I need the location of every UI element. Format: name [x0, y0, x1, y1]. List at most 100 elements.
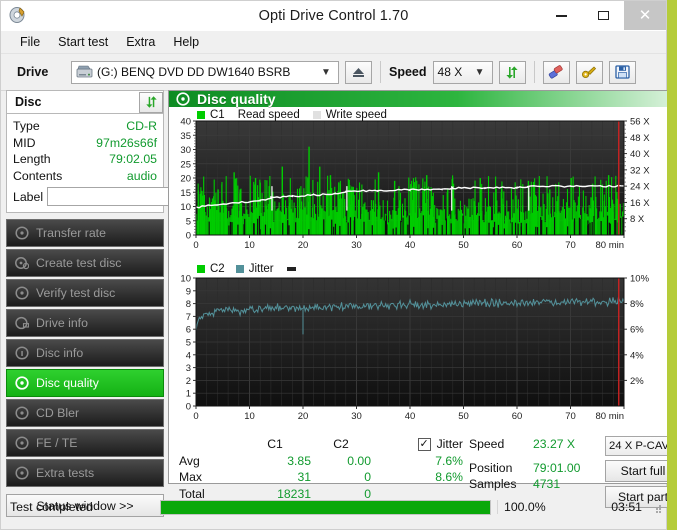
disc-icon [15, 466, 29, 480]
sidebar-item-label: CD Bler [36, 406, 80, 420]
legend-swatch-write-speed [312, 111, 321, 119]
legend-marker-icon [286, 267, 296, 271]
svg-text:60: 60 [512, 240, 523, 251]
title-bar: Opti Drive Control 1.70 ✕ [1, 1, 666, 31]
svg-text:10: 10 [244, 240, 255, 251]
save-button[interactable] [608, 60, 636, 84]
c1-chart-canvas[interactable]: 0 5 10 15 20 25 30 35 40 8 X 16 X 24 X 32 X 40 X 48 X 5… [169, 107, 666, 262]
sidebar-item-verify-test-disc[interactable]: Verify test disc [6, 279, 164, 307]
svg-text:10: 10 [180, 202, 191, 213]
sidebar-item-disc-quality[interactable]: Disc quality [6, 369, 164, 397]
progress-bar [160, 499, 491, 515]
sidebar-item-label: Disc info [36, 346, 84, 360]
menu-bar: File Start test Extra Help [1, 31, 666, 54]
svg-text:1: 1 [186, 389, 191, 400]
save-icon [614, 65, 630, 79]
svg-text:20: 20 [180, 174, 191, 185]
svg-text:10%: 10% [630, 274, 650, 285]
svg-text:24 X: 24 X [630, 182, 650, 193]
disc-write-icon [15, 256, 29, 270]
chevron-down-icon: ▼ [474, 66, 485, 78]
svg-text:5: 5 [186, 216, 191, 227]
avg-c2: 0.00 [347, 453, 371, 468]
svg-text:40: 40 [180, 117, 191, 128]
menu-item-file[interactable]: File [11, 33, 49, 51]
erase-button[interactable] [542, 60, 570, 84]
svg-text:10: 10 [244, 411, 255, 422]
resize-grip-icon[interactable] [648, 500, 662, 514]
close-icon: ✕ [638, 7, 652, 24]
svg-text:40: 40 [405, 411, 416, 422]
disc-quality-icon [176, 92, 190, 106]
c2-chart-canvas[interactable]: 0123456789102%4%6%8%10%0 10 20 30 40 50 60 70 80… [169, 262, 666, 432]
sidebar-item-drive-info[interactable]: Drive info [6, 309, 164, 337]
legend-swatch-c2 [197, 265, 205, 273]
disc-refresh-button[interactable] [139, 91, 163, 113]
svg-text:5: 5 [186, 338, 191, 349]
drive-icon [15, 316, 29, 330]
legend-label-c1: C1 [210, 109, 225, 121]
svg-text:0: 0 [193, 240, 198, 251]
disc-icon [15, 406, 29, 420]
avg-c1: 3.85 [287, 453, 311, 468]
disc-key: Contents [13, 168, 63, 183]
table-row: Avg 3.85 0.00 7.6% [179, 453, 469, 470]
disc-value: 79:02.05 [109, 152, 157, 166]
maximize-button[interactable] [582, 1, 624, 30]
sidebar-item-fe-te[interactable]: FE / TE [6, 429, 164, 457]
disc-row-length: Length 79:02.05 [13, 151, 157, 168]
svg-text:35: 35 [180, 131, 191, 142]
eject-button[interactable] [345, 60, 372, 84]
info-row-speed: Speed 23.27 X [469, 436, 605, 453]
sidebar-item-transfer-rate[interactable]: Transfer rate [6, 219, 164, 247]
svg-text:48 X: 48 X [630, 133, 650, 144]
table-row: Max 31 0 8.6% [179, 469, 469, 486]
speed-label: Speed [389, 65, 427, 79]
speed-value: 48 X [437, 65, 463, 79]
close-button[interactable]: ✕ [624, 1, 666, 30]
app-disc-icon [9, 6, 27, 24]
svg-text:3: 3 [186, 363, 191, 374]
legend-label-jitter: Jitter [248, 263, 274, 275]
menu-item-help[interactable]: Help [164, 33, 208, 51]
speed-select[interactable]: 48 X ▼ [432, 60, 493, 84]
disc-key: Type [13, 119, 40, 133]
minimize-button[interactable] [540, 1, 582, 30]
info-value-position: 79:01.00 [533, 460, 581, 475]
max-c1: 31 [297, 470, 311, 484]
sidebar-item-label: Create test disc [36, 256, 122, 270]
svg-text:8: 8 [186, 299, 191, 310]
info-value-speed: 23.27 X [533, 437, 576, 451]
info-key-samples: Samples [469, 477, 517, 491]
svg-text:50: 50 [458, 240, 469, 251]
sidebar-item-cd-bler[interactable]: CD Bler [6, 399, 164, 427]
nav-list: Transfer rate Create test disc Verify te… [6, 219, 164, 487]
refresh-button[interactable] [498, 60, 526, 84]
drive-select[interactable]: (G:) BENQ DVD DD DW1640 BSRB ▼ [71, 60, 339, 84]
minimize-icon [555, 14, 567, 17]
menu-item-start-test[interactable]: Start test [49, 33, 117, 51]
svg-text:80 min: 80 min [595, 411, 624, 422]
status-bar: Test completed 100.0% 03:51 [1, 493, 666, 521]
jitter-label: Jitter [436, 437, 463, 451]
menu-item-extra[interactable]: Extra [117, 33, 164, 51]
svg-text:7: 7 [186, 312, 191, 323]
eject-icon [351, 66, 366, 78]
info-row-position: Position 79:01.00 [469, 460, 605, 477]
svg-text:30: 30 [351, 240, 362, 251]
sidebar-item-disc-info[interactable]: Disc info [6, 339, 164, 367]
svg-text:50: 50 [458, 411, 469, 422]
disc-info-box: Type CD-R MID 97m26s66f Length 79:02.05 … [6, 113, 252, 213]
sidebar-item-create-test-disc[interactable]: Create test disc [6, 249, 164, 277]
svg-text:2: 2 [186, 376, 191, 387]
svg-text:30: 30 [180, 145, 191, 156]
avg-jitter: 7.6% [435, 453, 463, 468]
drive-value: (G:) BENQ DVD DD DW1640 BSRB [97, 65, 291, 79]
jitter-checkbox[interactable]: ✓ [417, 437, 431, 451]
row-label-avg: Avg [179, 453, 200, 468]
tools-button[interactable] [575, 60, 603, 84]
progress-percent: 100.0% [497, 500, 562, 514]
max-c2: 0 [364, 470, 371, 484]
tools-icon [581, 65, 597, 79]
sidebar-item-extra-tests[interactable]: Extra tests [6, 459, 164, 487]
